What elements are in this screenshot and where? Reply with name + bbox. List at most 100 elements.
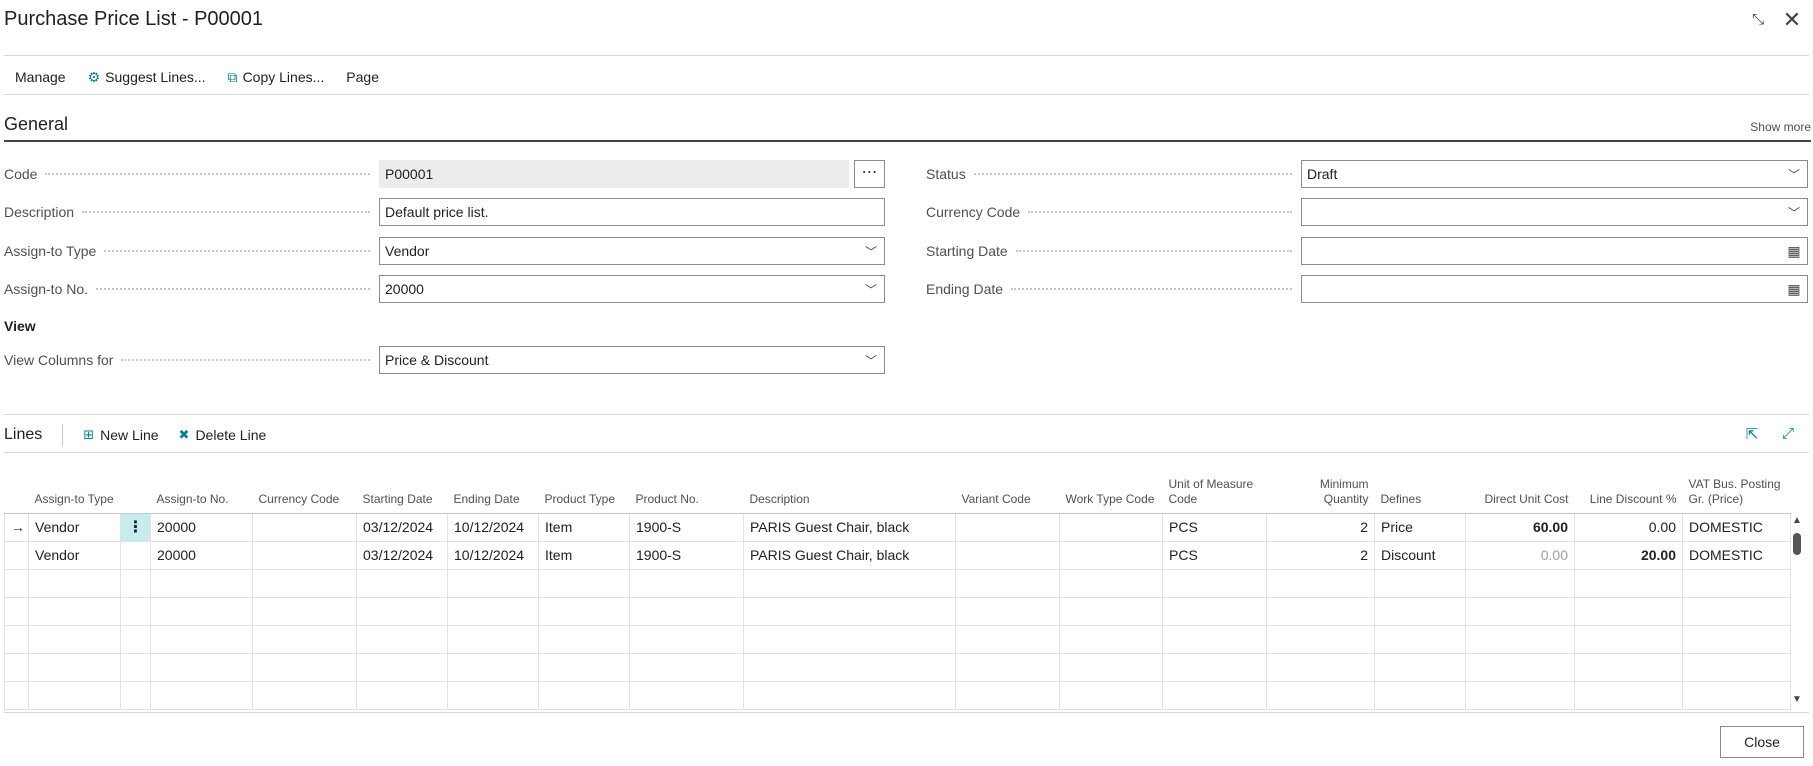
ending-date-field[interactable]: ▦ [1301, 275, 1808, 303]
description-field[interactable]: Default price list. [379, 198, 885, 226]
cell-description[interactable]: PARIS Guest Chair, black [743, 513, 956, 542]
cell-starting-date[interactable]: 03/12/2024 [356, 541, 448, 570]
code-label: Code [4, 160, 378, 188]
cell-vat-bus-posting-gr[interactable]: DOMESTIC [1682, 513, 1791, 542]
cell-starting-date[interactable]: 03/12/2024 [356, 513, 448, 542]
cell-vat-bus-posting-gr[interactable]: DOMESTIC [1682, 541, 1791, 570]
view-columns-select[interactable]: Price & Discount ﹀ [379, 346, 885, 374]
cell-currency-code[interactable] [252, 513, 357, 542]
expand-icon[interactable]: ⤢ [1777, 425, 1799, 447]
scroll-down-icon[interactable]: ▼ [1792, 694, 1802, 705]
show-more-link[interactable]: Show more [1750, 120, 1811, 134]
empty-row[interactable] [4, 625, 1791, 654]
share-icon[interactable]: ⇱ [1741, 425, 1763, 447]
cell-assign-to-no[interactable]: 20000 [150, 541, 253, 570]
cell-currency-code[interactable] [252, 541, 357, 570]
cell-direct-unit-cost[interactable]: 0.00 [1465, 541, 1575, 570]
close-button[interactable]: Close [1720, 726, 1804, 758]
row-actions-cell[interactable] [120, 541, 151, 570]
cell-work-type-code[interactable] [1059, 513, 1163, 542]
general-section-title: General [4, 114, 69, 134]
col-description[interactable]: Description [743, 455, 956, 514]
currency-code-label: Currency Code [926, 198, 1300, 226]
cell-line-discount[interactable]: 20.00 [1574, 541, 1683, 570]
leader-dots [973, 173, 1292, 175]
cell-minimum-quantity[interactable]: 2 [1266, 513, 1375, 542]
chevron-down-icon: ﹀ [864, 282, 877, 297]
manage-button[interactable]: Manage [4, 62, 77, 92]
assign-to-no-select[interactable]: 20000 ﹀ [379, 275, 885, 303]
title-bar: Purchase Price List - P00001 ⤡ ✕ [0, 0, 1813, 55]
delete-line-button[interactable]: ✖ Delete Line [169, 427, 277, 443]
cell-line-discount[interactable]: 0.00 [1574, 513, 1683, 542]
cell-defines[interactable]: Discount [1374, 541, 1466, 570]
col-variant-code[interactable]: Variant Code [955, 455, 1060, 514]
description-value: Default price list. [385, 204, 489, 220]
row-actions-icon[interactable]: ⋮ [120, 513, 151, 542]
table-row[interactable]: → Vendor ⋮ 20000 03/12/2024 10/12/2024 I… [4, 513, 1791, 542]
copy-lines-button[interactable]: ⧉ Copy Lines... [217, 62, 336, 92]
col-assign-to-type[interactable]: Assign-to Type [28, 455, 151, 514]
col-defines[interactable]: Defines [1374, 455, 1466, 514]
collapse-icon[interactable]: ⤡ [1746, 8, 1770, 32]
cell-variant-code[interactable] [955, 513, 1060, 542]
cell-ending-date[interactable]: 10/12/2024 [447, 541, 539, 570]
col-product-type[interactable]: Product Type [538, 455, 630, 514]
cell-work-type-code[interactable] [1059, 541, 1163, 570]
cell-direct-unit-cost[interactable]: 60.00 [1465, 513, 1575, 542]
col-product-no[interactable]: Product No. [629, 455, 744, 514]
lines-grid: Assign-to Type Assign-to No. Currency Co… [4, 455, 1791, 710]
status-label: Status [926, 160, 1300, 188]
cell-assign-to-no[interactable]: 20000 [150, 513, 253, 542]
new-line-label: New Line [100, 427, 159, 443]
divider [4, 414, 1809, 415]
grid-scrollbar[interactable]: ▲ ▼ [1790, 515, 1804, 705]
col-work-type-code[interactable]: Work Type Code [1059, 455, 1163, 514]
chevron-down-icon: ﹀ [864, 353, 877, 368]
cell-assign-to-type[interactable]: Vendor [28, 541, 121, 570]
current-row-arrow-icon: → [4, 513, 29, 542]
col-assign-to-no[interactable]: Assign-to No. [150, 455, 253, 514]
cell-minimum-quantity[interactable]: 2 [1266, 541, 1375, 570]
scroll-up-icon[interactable]: ▲ [1792, 515, 1802, 526]
empty-row[interactable] [4, 569, 1791, 598]
new-line-button[interactable]: ⊞ New Line [73, 427, 168, 443]
cell-product-type[interactable]: Item [538, 541, 630, 570]
col-line-discount[interactable]: Line Discount % [1574, 455, 1683, 514]
suggest-lines-button[interactable]: ⚙ Suggest Lines... [77, 62, 217, 92]
cell-defines[interactable]: Price [1374, 513, 1466, 542]
scroll-thumb[interactable] [1793, 533, 1801, 555]
empty-row[interactable] [4, 681, 1791, 710]
assign-to-type-select[interactable]: Vendor ﹀ [379, 237, 885, 265]
cell-product-no[interactable]: 1900-S [629, 513, 744, 542]
calendar-icon[interactable]: ▦ [1786, 281, 1802, 298]
cell-unit-of-measure[interactable]: PCS [1162, 541, 1267, 570]
table-row[interactable]: Vendor 20000 03/12/2024 10/12/2024 Item … [4, 541, 1791, 570]
cell-product-no[interactable]: 1900-S [629, 541, 744, 570]
col-minimum-quantity[interactable]: Minimum Quantity [1266, 455, 1375, 514]
col-direct-unit-cost[interactable]: Direct Unit Cost [1465, 455, 1575, 514]
code-lookup-button[interactable]: ⋯ [854, 160, 885, 188]
cell-assign-to-type[interactable]: Vendor [28, 513, 121, 542]
suggest-lines-label: Suggest Lines... [105, 69, 206, 85]
calendar-icon[interactable]: ▦ [1786, 243, 1802, 260]
empty-row[interactable] [4, 653, 1791, 682]
col-currency-code[interactable]: Currency Code [252, 455, 357, 514]
currency-code-select[interactable]: ﹀ [1301, 198, 1808, 226]
cell-unit-of-measure[interactable]: PCS [1162, 513, 1267, 542]
col-starting-date[interactable]: Starting Date [356, 455, 448, 514]
col-unit-of-measure-code[interactable]: Unit of Measure Code [1162, 455, 1267, 514]
code-field[interactable]: P00001 [379, 160, 849, 188]
cell-ending-date[interactable]: 10/12/2024 [447, 513, 539, 542]
cell-description[interactable]: PARIS Guest Chair, black [743, 541, 956, 570]
starting-date-field[interactable]: ▦ [1301, 237, 1808, 265]
page-button[interactable]: Page [335, 62, 390, 92]
col-vat-bus-posting-gr[interactable]: VAT Bus. Posting Gr. (Price) [1682, 455, 1791, 514]
cell-variant-code[interactable] [955, 541, 1060, 570]
cell-product-type[interactable]: Item [538, 513, 630, 542]
status-select[interactable]: Draft ﹀ [1301, 160, 1808, 188]
empty-row[interactable] [4, 597, 1791, 626]
close-icon[interactable]: ✕ [1780, 8, 1804, 32]
leader-dots [82, 211, 370, 213]
col-ending-date[interactable]: Ending Date [447, 455, 539, 514]
